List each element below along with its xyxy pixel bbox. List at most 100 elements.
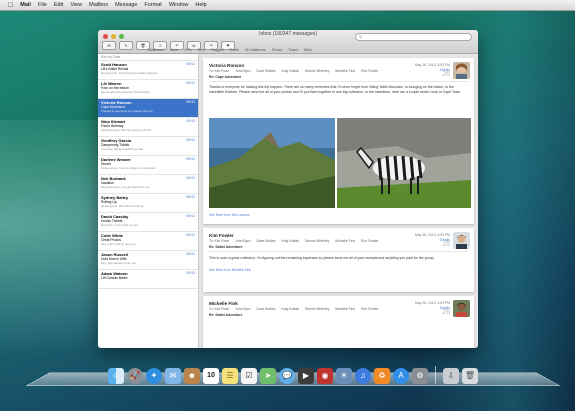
app-store-icon[interactable]: A	[393, 368, 409, 384]
itunes-icon[interactable]: ♫	[355, 368, 371, 384]
message-date: 5/9/13	[186, 100, 195, 104]
header-divider	[209, 81, 468, 82]
recipient[interactable]: John Byrd	[235, 69, 250, 73]
recipient[interactable]: John Byrd	[235, 239, 250, 243]
message-preview: Hey, Can't wait to see you	[101, 242, 136, 246]
list-item[interactable]: 5/9/13 Geoffrey Garcia Dampening Tidbits…	[98, 137, 198, 156]
message-date: May 26, 2013, 5:53 PM	[414, 63, 450, 67]
mail-window: Inbox (190347 messages) ⚲ ✉ ✎ 🗑 ⚠ ↶ ⇇ ↷ …	[98, 30, 478, 348]
photo-booth-icon[interactable]: ◉	[317, 368, 333, 384]
see-more-link[interactable]: See More from Kim Lawson	[209, 213, 250, 217]
fav-school[interactable]: School	[272, 48, 283, 52]
recipient[interactable]: John Byrd	[235, 307, 250, 311]
list-item-selected[interactable]: 5/9/13 Victoria Ronson Cape Adventure Th…	[98, 99, 198, 118]
apple-menu-icon[interactable]: 	[8, 2, 13, 9]
fav-travel[interactable]: Travel	[288, 48, 298, 52]
message-date: 5/9/13	[186, 176, 195, 180]
launchpad-icon[interactable]: 🚀	[127, 368, 143, 384]
messages-icon[interactable]: 💬	[279, 368, 295, 384]
message-recipients: To: Kim Rose John Byrd Dave Boldes Katy …	[209, 239, 383, 243]
avatar	[453, 300, 470, 317]
avatar-photo	[453, 232, 470, 249]
list-item[interactable]: 5/9/13 Jason Russell Hold Mom's Gifts He…	[98, 251, 198, 270]
message-preview: Remember the pictures of the beach	[101, 90, 150, 94]
list-item[interactable]: 5/9/13 Adam Watson Lift Canvas Ballot	[98, 270, 198, 289]
recipient[interactable]: Ron Fowler	[361, 239, 378, 243]
recipient[interactable]: Ron Fowler	[361, 69, 378, 73]
recipient[interactable]: Dave Boldes	[256, 69, 275, 73]
system-preferences-icon[interactable]: ⚙	[412, 368, 428, 384]
search-field[interactable]: ⚲	[355, 33, 472, 41]
reminders-icon[interactable]: ☑	[241, 368, 257, 384]
fav-all-mailboxes[interactable]: All mailboxes	[245, 48, 266, 52]
downloads-stack-icon[interactable]: ⇩	[443, 368, 459, 384]
list-item[interactable]: 5/9/13 David Cassidy Knicks Tickets Hey …	[98, 213, 198, 232]
sort-control[interactable]: Sort by Date	[98, 54, 198, 61]
recipient[interactable]: Dennis Whiteley	[305, 307, 330, 311]
attachment-photo-zebra[interactable]	[337, 118, 471, 208]
message-preview: Hey, just wanted to let you	[101, 261, 136, 265]
message-recipients: To: Kim Rose John Byrd Dave Boldes Katy …	[209, 307, 383, 311]
menu-window[interactable]: Window	[169, 2, 189, 8]
menu-edit[interactable]: Edit	[54, 2, 63, 8]
trash-icon[interactable]: 🗑	[462, 368, 478, 384]
recipient[interactable]: Katy Nuttall	[282, 239, 299, 243]
recipient[interactable]: Dennis Whiteley	[305, 239, 330, 243]
recipient[interactable]: Ron Fowler	[361, 307, 378, 311]
iphoto-icon[interactable]: ☀	[336, 368, 352, 384]
dock-separator	[435, 366, 436, 384]
see-more-link[interactable]: See More from Michelle Fink	[209, 268, 251, 272]
safari-icon[interactable]: ✦	[146, 368, 162, 384]
recipient[interactable]: To: Kim Rose	[209, 307, 229, 311]
list-item[interactable]: 5/9/13 Nina Stewart Paul's Birthday Hey …	[98, 118, 198, 137]
message-preview: Hey Everyone, I've got back from my	[101, 185, 150, 189]
recipient[interactable]: Michelle Fink	[335, 239, 355, 243]
contacts-icon[interactable]: ☻	[184, 368, 200, 384]
message-day-number: 26	[442, 241, 450, 248]
fav-inbox[interactable]: Inbox	[170, 48, 179, 52]
fav-drafts[interactable]: Drafts	[230, 48, 239, 52]
list-item[interactable]: 5/9/13 Darlene Weaver Dinner Hi Everyone…	[98, 156, 198, 175]
message-body: Thanks to everyone for making this trip …	[209, 85, 462, 94]
ibooks-icon[interactable]: ♻	[374, 368, 390, 384]
list-item[interactable]: 5/9/13 Colin White Great Photos Hey, Can…	[98, 232, 198, 251]
calendar-icon[interactable]: 10	[203, 368, 219, 384]
message-day-number: 26	[442, 309, 450, 316]
list-item[interactable]: 5/9/13 Sydney Bailey Rolling Up Hi Every…	[98, 194, 198, 213]
fav-work[interactable]: Work	[304, 48, 312, 52]
finder-icon[interactable]: ☺	[108, 368, 124, 384]
notes-icon[interactable]: ☰	[222, 368, 238, 384]
menu-file[interactable]: File	[38, 2, 47, 8]
recipient[interactable]: Dennis Whiteley	[305, 69, 330, 73]
mail-icon[interactable]: ✉	[165, 368, 181, 384]
message-card: Kim Fowler To: Kim Rose John Byrd Dave B…	[203, 228, 474, 292]
list-item[interactable]: 5/9/13 Scott Hanson Lili's Ballet Recita…	[98, 61, 198, 80]
menu-view[interactable]: View	[70, 2, 82, 8]
maps-icon[interactable]: ➤	[260, 368, 276, 384]
recipient[interactable]: Dave Boldes	[256, 307, 275, 311]
recipient[interactable]: To: Kim Rose	[209, 69, 229, 73]
menu-message[interactable]: Message	[115, 2, 137, 8]
list-item[interactable]: 5/9/13 Neil Burbank Vacation Hey Everyon…	[98, 175, 198, 194]
menu-help[interactable]: Help	[195, 2, 206, 8]
message-list: Sort by Date 5/9/13 Scott Hanson Lili's …	[98, 54, 199, 348]
recipient[interactable]: Dave Boldes	[256, 239, 275, 243]
fav-sent[interactable]: Sent	[198, 48, 205, 52]
recipient[interactable]: Katy Nuttall	[282, 307, 299, 311]
message-date: May 26, 2013, 5:53 PM	[414, 301, 450, 305]
list-item[interactable]: 5/9/13 Lili Warren Fwd: on the beach Rem…	[98, 80, 198, 99]
fav-mailboxes[interactable]: Mailboxes	[148, 48, 164, 52]
facetime-icon[interactable]: ▶	[298, 368, 314, 384]
menu-mailbox[interactable]: Mailbox	[89, 2, 108, 8]
recipient[interactable]: Katy Nuttall	[282, 69, 299, 73]
menu-format[interactable]: Format	[144, 2, 161, 8]
message-date: 5/9/13	[186, 195, 195, 199]
avatar-photo	[453, 62, 470, 79]
recipient[interactable]: To: Kim Rose	[209, 239, 229, 243]
recipient[interactable]: Michelle Fink	[335, 69, 355, 73]
recipient[interactable]: Michelle Fink	[335, 307, 355, 311]
attachment-photo-cape[interactable]	[209, 118, 335, 208]
menu-app-name[interactable]: Mail	[20, 2, 31, 8]
fav-vips[interactable]: VIPs	[184, 48, 191, 52]
fav-flagged[interactable]: Flagged	[211, 48, 224, 52]
